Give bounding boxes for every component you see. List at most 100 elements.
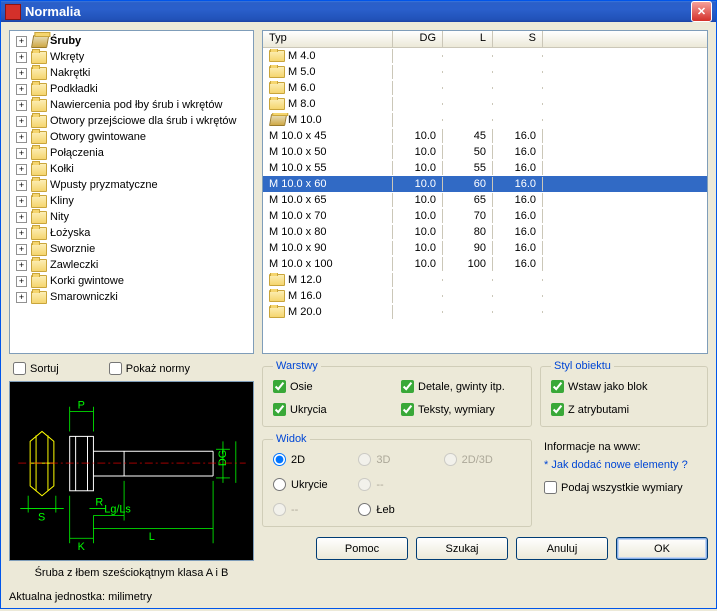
category-tree[interactable]: +Śruby+Wkręty+Nakrętki+Podkładki+Nawierc… xyxy=(9,30,254,354)
row-label: M 10.0 x 65 xyxy=(269,194,326,206)
expander-icon[interactable]: + xyxy=(16,52,27,63)
list-row[interactable]: M 10.0 x 6510.06516.0 xyxy=(263,192,707,208)
tree-item[interactable]: + Zawleczki xyxy=(12,257,251,273)
list-body[interactable]: M 4.0M 5.0M 6.0M 8.0M 10.0M 10.0 x 4510.… xyxy=(263,48,707,353)
list-row[interactable]: M 10.0 x 9010.09016.0 xyxy=(263,240,707,256)
unit-label: Aktualna jednostka: milimetry xyxy=(9,585,254,603)
row-dg: 10.0 xyxy=(393,193,443,207)
list-row[interactable]: M 10.0 x 7010.07016.0 xyxy=(263,208,707,224)
list-row[interactable]: M 16.0 xyxy=(263,288,707,304)
list-row[interactable]: M 10.0 x 4510.04516.0 xyxy=(263,128,707,144)
tree-label: Łożyska xyxy=(50,227,90,239)
tree-item[interactable]: + Otwory przejściowe dla śrub i wkrętów xyxy=(12,113,251,129)
row-label: M 10.0 x 50 xyxy=(269,146,326,158)
row-dg: 10.0 xyxy=(393,257,443,271)
folder-icon xyxy=(31,147,47,160)
row-s: 16.0 xyxy=(493,129,543,143)
btn-pomoc[interactable]: Pomoc xyxy=(316,537,408,560)
tree-item[interactable]: +Otwory gwintowane xyxy=(12,129,251,145)
window-title: Normalia xyxy=(25,4,691,19)
check-teksty[interactable]: Teksty, wymiary xyxy=(401,403,521,416)
link-help[interactable]: * Jak dodać nowe elementy ? xyxy=(544,459,704,471)
folder-icon xyxy=(31,163,47,176)
list-row[interactable]: M 12.0 xyxy=(263,272,707,288)
tree-item[interactable]: +Smarowniczki xyxy=(12,289,251,305)
expander-icon[interactable]: + xyxy=(16,164,27,175)
check-podaj[interactable]: Podaj wszystkie wymiary xyxy=(544,481,704,494)
list-row[interactable]: M 10.0 x 5010.05016.0 xyxy=(263,144,707,160)
btn-ok[interactable]: OK xyxy=(616,537,708,560)
col-dg[interactable]: DG xyxy=(393,31,443,47)
tree-item[interactable]: + Nity xyxy=(12,209,251,225)
tree-item[interactable]: +Kołki xyxy=(12,161,251,177)
row-label: M 10.0 x 90 xyxy=(269,242,326,254)
row-dg: 10.0 xyxy=(393,145,443,159)
col-l[interactable]: L xyxy=(443,31,493,47)
expander-icon[interactable]: + xyxy=(16,212,27,223)
check-osie[interactable]: Osie xyxy=(273,380,393,393)
tree-item[interactable]: +Nawiercenia pod łby śrub i wkrętów xyxy=(12,97,251,113)
col-typ[interactable]: Typ xyxy=(263,31,393,47)
list-row[interactable]: M 10.0 x 8010.08016.0 xyxy=(263,224,707,240)
tree-label: Nity xyxy=(50,211,69,223)
btn-anuluj[interactable]: Anuluj xyxy=(516,537,608,560)
radio-leb[interactable]: Łeb xyxy=(358,503,435,516)
group-styl: Styl obiektu Wstaw jako blok Z atrybutam… xyxy=(540,360,708,427)
expander-icon[interactable]: + xyxy=(16,196,27,207)
check-ukrycia[interactable]: Ukrycia xyxy=(273,403,393,416)
pokaz-normy-check[interactable]: Pokaż normy xyxy=(109,362,190,375)
col-s[interactable]: S xyxy=(493,31,543,47)
expander-icon[interactable]: + xyxy=(16,100,27,111)
tree-item[interactable]: +Korki gwintowe xyxy=(12,273,251,289)
tree-label: Zawleczki xyxy=(50,259,98,271)
folder-icon xyxy=(31,291,47,304)
expander-icon[interactable]: + xyxy=(16,68,27,79)
expander-icon[interactable]: + xyxy=(16,116,27,127)
radio-2d[interactable]: 2D xyxy=(273,453,350,466)
expander-icon[interactable]: + xyxy=(16,132,27,143)
expander-icon[interactable]: + xyxy=(16,292,27,303)
row-s: 16.0 xyxy=(493,145,543,159)
list-row[interactable]: M 10.0 x 6010.06016.0 xyxy=(263,176,707,192)
check-atrybuty[interactable]: Z atrybutami xyxy=(551,403,697,416)
list-row[interactable]: M 4.0 xyxy=(263,48,707,64)
tree-item[interactable]: +Kliny xyxy=(12,193,251,209)
tree-item[interactable]: +Wpusty pryzmatyczne xyxy=(12,177,251,193)
svg-text:P: P xyxy=(78,400,85,412)
list-row[interactable]: M 6.0 xyxy=(263,80,707,96)
sortuj-check[interactable]: Sortuj xyxy=(13,362,59,375)
check-blok[interactable]: Wstaw jako blok xyxy=(551,380,697,393)
list-row[interactable]: M 20.0 xyxy=(263,304,707,320)
radio-ukrycie[interactable]: Ukrycie xyxy=(273,478,350,491)
close-button[interactable]: ✕ xyxy=(691,1,712,22)
list-header: Typ DG L S xyxy=(263,31,707,48)
expander-icon[interactable]: + xyxy=(16,276,27,287)
list-row[interactable]: M 8.0 xyxy=(263,96,707,112)
tree-label: Otwory przejściowe dla śrub i wkrętów xyxy=(50,115,236,127)
list-row[interactable]: M 10.0 x 5510.05516.0 xyxy=(263,160,707,176)
list-row[interactable]: M 10.0 xyxy=(263,112,707,128)
tree-item[interactable]: +Połączenia xyxy=(12,145,251,161)
expander-icon[interactable]: + xyxy=(16,180,27,191)
radio-2d3d: 2D/3D xyxy=(444,453,521,466)
expander-icon[interactable]: + xyxy=(16,148,27,159)
tree-item[interactable]: +Sworznie xyxy=(12,241,251,257)
radio-dash2: -- xyxy=(273,503,350,516)
tree-item[interactable]: +Wkręty xyxy=(12,49,251,65)
expander-icon[interactable]: + xyxy=(16,84,27,95)
check-detale[interactable]: Detale, gwinty itp. xyxy=(401,380,521,393)
folder-icon xyxy=(31,67,47,80)
list-row[interactable]: M 10.0 x 10010.010016.0 xyxy=(263,256,707,272)
expander-icon[interactable]: + xyxy=(16,36,27,47)
expander-icon[interactable]: + xyxy=(16,260,27,271)
tree-item[interactable]: +Nakrętki xyxy=(12,65,251,81)
btn-szukaj[interactable]: Szukaj xyxy=(416,537,508,560)
row-l: 60 xyxy=(443,177,493,191)
tree-item[interactable]: + Łożyska xyxy=(12,225,251,241)
preview-caption: Śruba z łbem sześciokątnym klasa A i B xyxy=(9,565,254,581)
tree-item[interactable]: +Śruby xyxy=(12,33,251,49)
expander-icon[interactable]: + xyxy=(16,228,27,239)
tree-item[interactable]: +Podkładki xyxy=(12,81,251,97)
expander-icon[interactable]: + xyxy=(16,244,27,255)
list-row[interactable]: M 5.0 xyxy=(263,64,707,80)
